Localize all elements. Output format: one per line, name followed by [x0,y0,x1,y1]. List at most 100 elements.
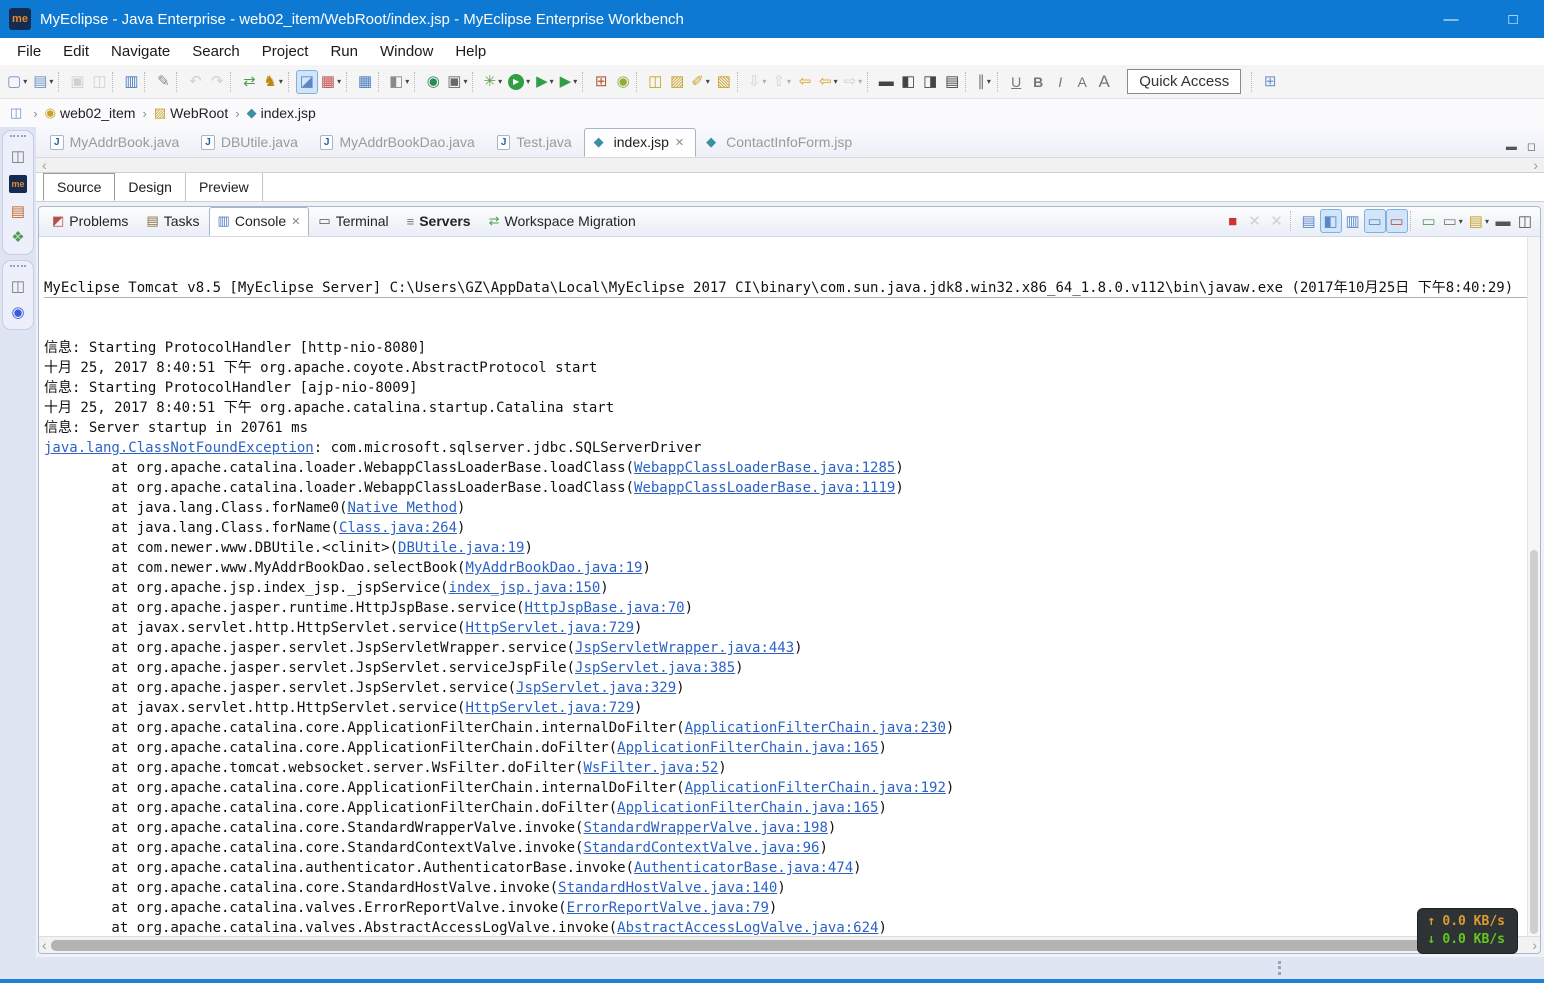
java-ee-icon[interactable]: ⊞ [590,70,612,94]
scroll-right-icon[interactable]: › [1532,938,1537,952]
horizontal-scroll-track[interactable] [50,939,1529,952]
maximize-panel-icon[interactable]: ◫ [1514,209,1536,233]
panel-tab-servers[interactable]: ≡ Servers [398,207,480,236]
stack-trace-link[interactable]: ApplicationFilterChain.java:165 [617,740,878,756]
last-edit-location-icon[interactable]: ⇦ [794,70,816,94]
editor-tab-index-jsp[interactable]: ◆ index.jsp ✕ [583,128,697,157]
breadcrumb-item[interactable]: index.jsp [261,105,316,121]
vertical-scroll-thumb[interactable] [1530,549,1538,934]
remote-systems-icon[interactable]: ▥ [120,70,142,94]
stack-trace-link[interactable]: ErrorReportValve.java:79 [567,900,769,916]
stack-trace-link[interactable]: ApplicationFilterChain.java:165 [617,800,878,816]
stack-trace-link[interactable]: StandardHostValve.java:140 [558,880,777,896]
stack-trace-link[interactable]: WebappClassLoaderBase.java:1285 [634,460,895,476]
save-all-icon[interactable]: ◫ [88,70,110,94]
stack-trace-link[interactable]: WsFilter.java:52 [583,760,718,776]
myeclipse-view-icon[interactable]: me [8,174,28,194]
open-type-icon[interactable]: ◫ [644,70,666,94]
stack-trace-link[interactable]: Native Method [347,500,457,516]
horizontal-scroll-thumb[interactable] [50,939,1470,951]
undo-icon[interactable]: ↶ [184,70,206,94]
display-selected-console-icon[interactable]: ▭ ▾ [1440,209,1466,233]
breadcrumb-root-icon[interactable]: ◫ [10,105,22,121]
editor-list-icon[interactable]: ▤ [941,70,963,94]
minimize-panel-icon[interactable]: ▬ [1492,209,1514,233]
new-wizard-icon[interactable]: ▢ ▾ [4,70,30,94]
restore-view-icon[interactable]: ◫ [10,278,26,295]
remove-all-launches-icon[interactable]: ✕ [1266,209,1288,233]
font-grow-icon[interactable]: A [1093,70,1115,94]
panel-tab-tasks[interactable]: ▤ Tasks [137,207,208,236]
editor-tab-dbutile-java[interactable]: J DBUtile.java [191,128,310,157]
clear-console-icon[interactable]: ▤ [1298,209,1320,233]
deploy-module-icon[interactable]: ⇄ [238,70,260,94]
run-history-icon[interactable]: ▶ ▾ [533,70,557,94]
panel-tab-workspace-migration[interactable]: ⇄ Workspace Migration [480,207,645,236]
italic-icon[interactable]: I [1049,70,1071,94]
stack-trace-link[interactable]: HttpServlet.java:729 [465,620,634,636]
view-tab-design[interactable]: Design [115,173,186,201]
view-tab-source[interactable]: Source [43,173,116,201]
minimize-editor-icon[interactable]: ▬ [1506,140,1517,153]
profile-icon[interactable]: ▶ ▾ [557,70,581,94]
skip-breakpoints-icon[interactable]: ⇩ ▾ [745,70,770,94]
outline-view-icon[interactable]: ▤ [10,203,26,220]
step-filters-icon[interactable]: ⇧ ▾ [769,70,794,94]
web-browser-icon[interactable]: ◉ [422,70,444,94]
pin-console-icon[interactable]: ▭ [1363,209,1386,233]
stack-trace-link[interactable]: HttpServlet.java:729 [465,700,634,716]
breadcrumb-item[interactable]: web02_item [60,105,136,121]
editor-tab-myaddrbook-java[interactable]: J MyAddrBook.java [40,128,191,157]
font-shrink-icon[interactable]: A [1071,70,1093,94]
restore-view-icon[interactable]: ◫ [10,148,26,165]
start-server-icon[interactable]: ♞ ▾ [260,70,285,94]
breadcrumb-item[interactable]: WebRoot [170,105,228,121]
open-console-icon[interactable]: ▤ ▾ [1466,209,1492,233]
run-icon[interactable]: ▶ ▾ [505,70,533,94]
maximize-window-icon[interactable]: □ [1482,0,1544,38]
snapshot-icon[interactable]: ▣ ▾ [444,70,470,94]
show-console-on-stderr-icon[interactable]: ▭ [1385,209,1408,233]
minimize-window-icon[interactable]: — [1420,0,1482,38]
scroll-left-icon[interactable]: ‹ [42,158,47,172]
forward-icon[interactable]: ⇨ ▾ [841,70,866,94]
underline-icon[interactable]: U [1005,70,1027,94]
view-stack-grip[interactable] [10,265,26,267]
stack-trace-link[interactable]: java.lang.ClassNotFoundException [44,440,314,456]
menu-project[interactable]: Project [251,40,320,63]
split-editor-vertical-icon[interactable]: ◨ [919,70,941,94]
search-icon[interactable]: ✐ ▾ [688,70,713,94]
pin-editor-icon[interactable]: ✎ [152,70,174,94]
stack-trace-link[interactable]: JspServlet.java:385 [575,660,735,676]
stack-trace-link[interactable]: MyAddrBookDao.java:19 [465,560,642,576]
menu-edit[interactable]: Edit [52,40,100,63]
stack-trace-link[interactable]: index_jsp.java:150 [449,580,601,596]
redo-icon[interactable]: ↷ [206,70,228,94]
stack-trace-link[interactable]: HttpJspBase.java:70 [524,600,684,616]
stack-trace-link[interactable]: ApplicationFilterChain.java:192 [685,780,946,796]
stack-trace-link[interactable]: StandardContextValve.java:96 [583,840,819,856]
editor-tab-myaddrbookdao-java[interactable]: J MyAddrBookDao.java [310,128,487,157]
maximize-editor-icon[interactable]: ◻ [1527,140,1536,153]
toggle-editor-area-icon[interactable]: ▬ [875,70,897,94]
word-wrap-icon[interactable]: ▥ [1342,209,1364,233]
open-package-icon[interactable]: ▨ [666,70,688,94]
menu-window[interactable]: Window [369,40,444,63]
scroll-right-icon[interactable]: › [1533,158,1538,172]
stack-trace-link[interactable]: JspServletWrapper.java:443 [575,640,794,656]
stack-trace-link[interactable]: JspServlet.java:329 [516,680,676,696]
menu-run[interactable]: Run [319,40,369,63]
panel-tab-console[interactable]: ▥ Console ✕ [208,207,310,236]
stack-trace-link[interactable]: StandardWrapperValve.java:198 [583,820,827,836]
stack-trace-link[interactable]: DBUtile.java:19 [398,540,524,556]
view-stack-grip[interactable] [10,135,26,137]
console-vertical-scrollbar[interactable] [1527,237,1540,936]
quick-access-field[interactable]: Quick Access [1127,69,1242,94]
stack-trace-link[interactable]: AbstractAccessLogValve.java:624 [617,920,878,936]
save-icon[interactable]: ▣ [66,70,88,94]
preview-view-icon[interactable]: ◉ [10,304,25,321]
editor-tab-contactinfoform-jsp[interactable]: ◆ ContactInfoForm.jsp [696,128,864,157]
view-tab-preview[interactable]: Preview [186,173,263,201]
type-hierarchy-view-icon[interactable]: ❖ [10,229,25,246]
palette-icon[interactable]: ▦ ▾ [318,70,344,94]
